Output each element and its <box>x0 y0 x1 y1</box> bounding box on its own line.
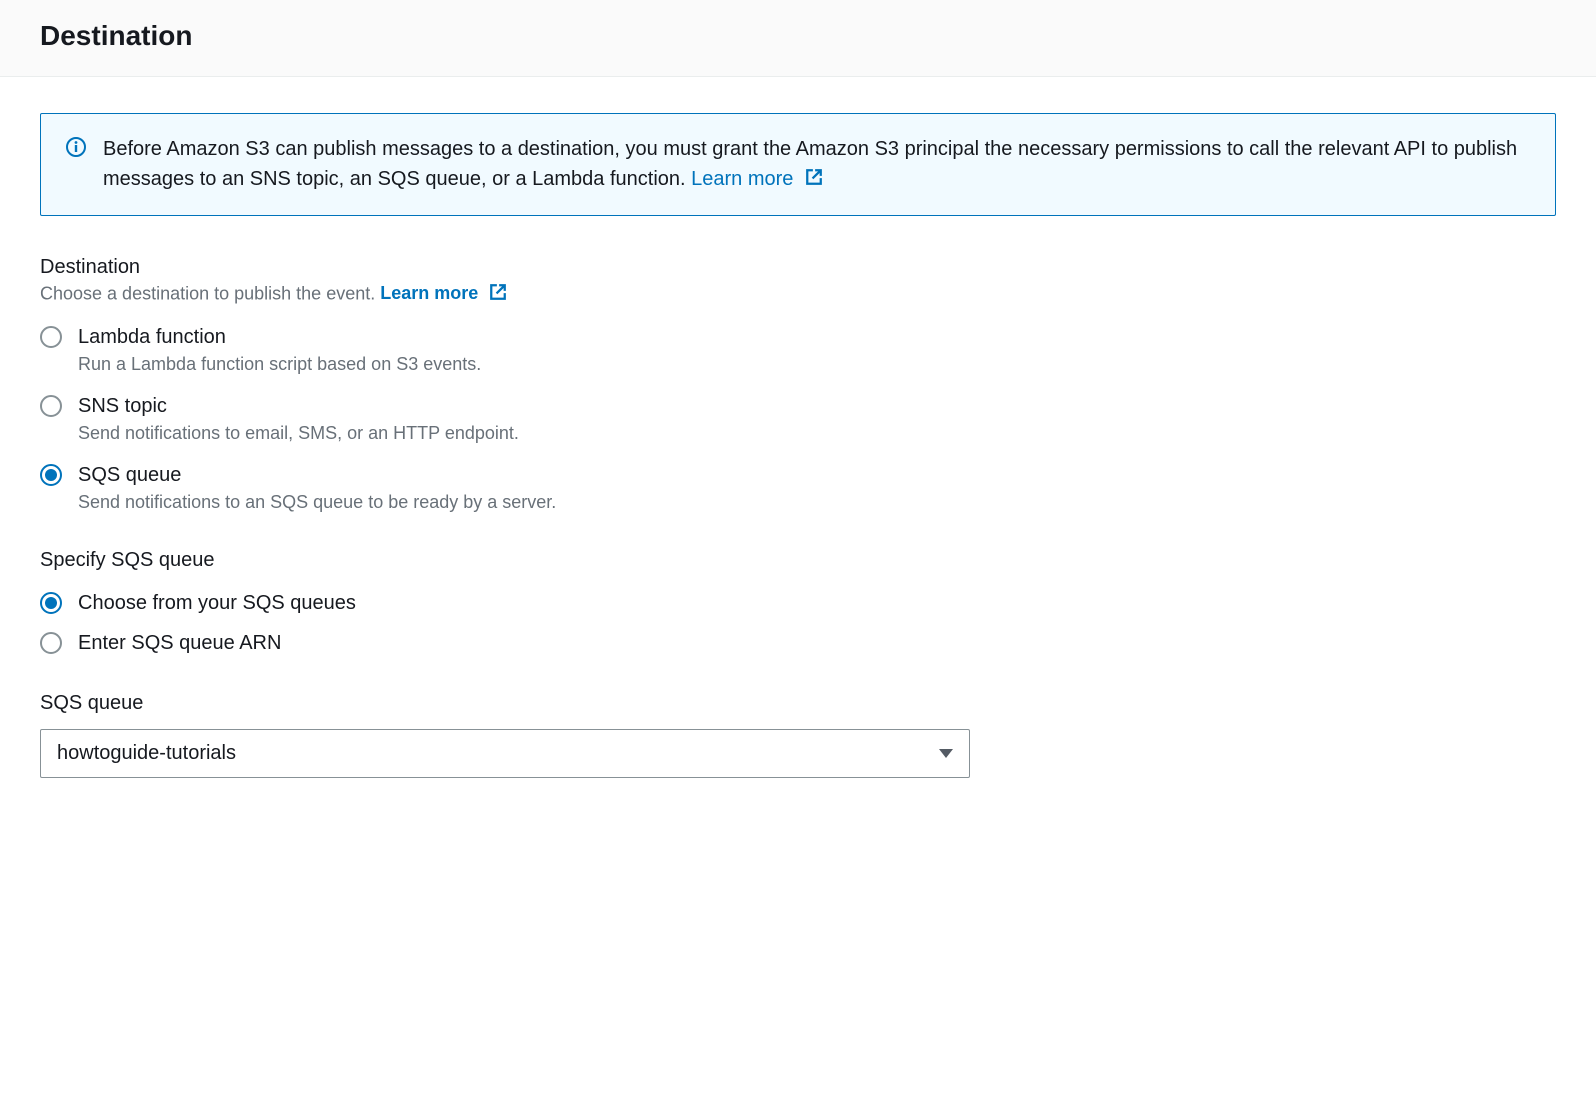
info-alert-text: Before Amazon S3 can publish messages to… <box>103 134 1531 195</box>
info-icon <box>65 136 87 158</box>
radio-title: SNS topic <box>78 393 1556 419</box>
link-label: Learn more <box>380 283 478 303</box>
panel-content: Before Amazon S3 can publish messages to… <box>0 77 1596 814</box>
panel-header: Destination <box>0 0 1596 77</box>
link-label: Learn more <box>691 168 793 190</box>
info-learn-more-link[interactable]: Learn more <box>691 168 823 190</box>
sqs-queue-select[interactable]: howtoguide-tutorials <box>40 729 970 778</box>
radio-indicator <box>40 395 62 417</box>
destination-section: Destination Choose a destination to publ… <box>40 256 1556 513</box>
destination-learn-more-link[interactable]: Learn more <box>380 283 507 303</box>
radio-title: Lambda function <box>78 324 1556 350</box>
radio-indicator <box>40 326 62 348</box>
external-link-icon <box>805 165 823 195</box>
sqs-queue-section: SQS queue howtoguide-tutorials <box>40 692 1556 778</box>
specify-sqs-radio-group: Choose from your SQS queues Enter SQS qu… <box>40 590 1556 656</box>
specify-sqs-label: Specify SQS queue <box>40 549 1556 572</box>
specify-sqs-section: Specify SQS queue Choose from your SQS q… <box>40 549 1556 656</box>
radio-sqs-queue[interactable]: SQS queue Send notifications to an SQS q… <box>40 462 1556 513</box>
sqs-queue-label: SQS queue <box>40 692 1556 715</box>
destination-radio-group: Lambda function Run a Lambda function sc… <box>40 324 1556 513</box>
radio-sns-topic[interactable]: SNS topic Send notifications to email, S… <box>40 393 1556 444</box>
destination-help-text: Choose a destination to publish the even… <box>40 283 380 303</box>
external-link-icon <box>489 283 507 306</box>
sqs-queue-selected-value: howtoguide-tutorials <box>57 742 236 765</box>
radio-lambda-function[interactable]: Lambda function Run a Lambda function sc… <box>40 324 1556 375</box>
radio-title: Enter SQS queue ARN <box>78 630 1556 656</box>
panel-title: Destination <box>40 20 1556 52</box>
radio-indicator <box>40 464 62 486</box>
radio-description: Send notifications to email, SMS, or an … <box>78 423 1556 444</box>
destination-help: Choose a destination to publish the even… <box>40 283 1556 306</box>
radio-indicator <box>40 632 62 654</box>
radio-title: Choose from your SQS queues <box>78 590 1556 616</box>
radio-choose-from-queues[interactable]: Choose from your SQS queues <box>40 590 1556 616</box>
caret-down-icon <box>939 749 953 758</box>
destination-label: Destination <box>40 256 1556 279</box>
radio-description: Send notifications to an SQS queue to be… <box>78 492 1556 513</box>
radio-indicator <box>40 592 62 614</box>
radio-enter-queue-arn[interactable]: Enter SQS queue ARN <box>40 630 1556 656</box>
info-alert: Before Amazon S3 can publish messages to… <box>40 113 1556 216</box>
radio-description: Run a Lambda function script based on S3… <box>78 354 1556 375</box>
radio-title: SQS queue <box>78 462 1556 488</box>
